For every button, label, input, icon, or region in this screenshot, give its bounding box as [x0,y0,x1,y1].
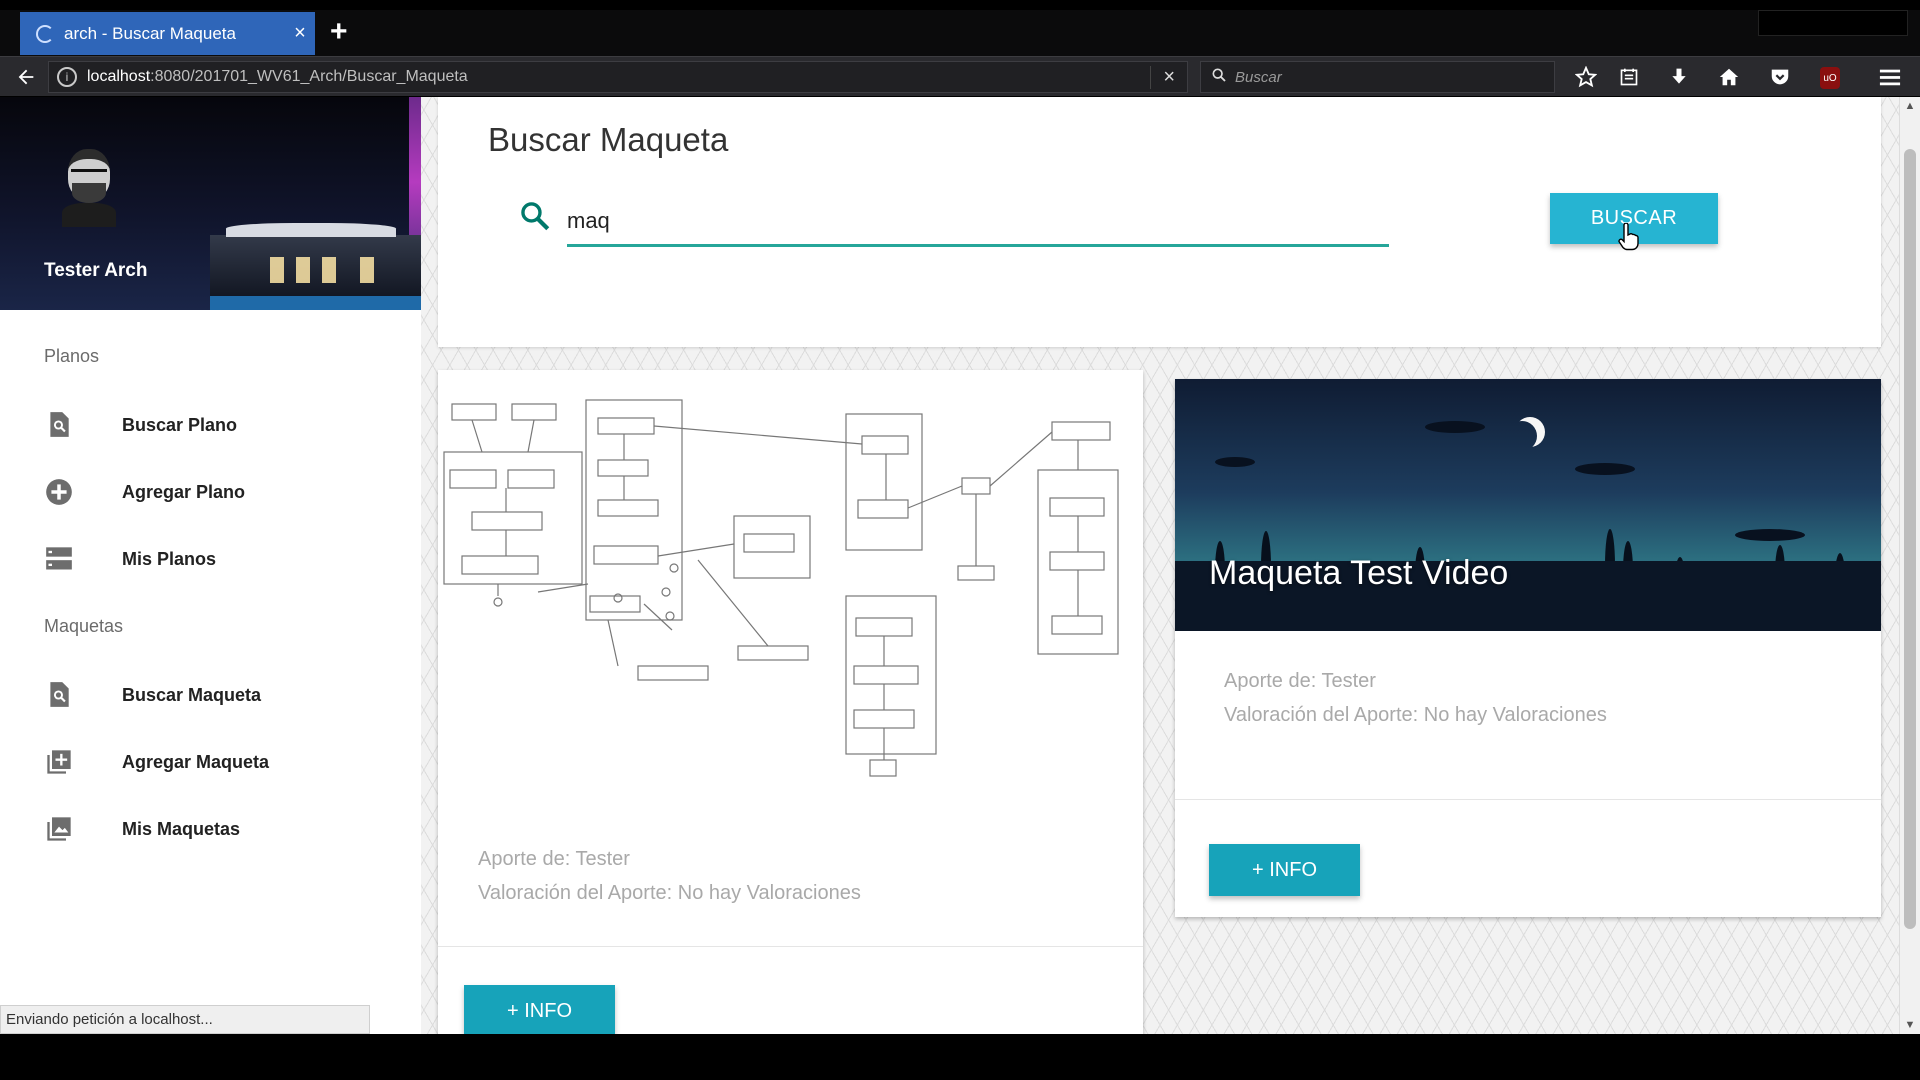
navigation-bar: i localhost :8080/201701_WV61_Arch/Busca… [0,56,1920,96]
back-arrow-icon[interactable] [12,63,40,91]
download-icon[interactable] [1664,63,1694,91]
sidebar-item-agregar-maqueta[interactable]: Agregar Maqueta [44,742,404,782]
search-icon [518,199,552,238]
sidebar-item-mis-planos[interactable]: Mis Planos [44,539,404,579]
section-title-planos: Planos [44,346,100,366]
star-icon[interactable] [1571,63,1601,91]
stop-loading-icon[interactable]: × [1150,65,1187,89]
scroll-thumb[interactable] [1904,149,1916,929]
sidebar-item-label: Buscar Maqueta [122,684,262,705]
card-image-uml-diagram[interactable] [438,370,1143,790]
site-info-icon[interactable]: i [57,67,77,87]
search-icon [1211,67,1227,88]
card-title: Maqueta Test Video [1209,554,1509,592]
profile-header: Tester Arch [0,97,421,310]
sidebar-item-buscar-plano[interactable]: Buscar Plano [44,405,404,445]
search-input[interactable] [567,197,1389,247]
card-author: Aporte de: Tester [1224,670,1376,692]
url-bar[interactable]: i localhost :8080/201701_WV61_Arch/Busca… [48,61,1188,93]
search-card: Buscar Maqueta BUSCAR [438,97,1881,347]
scroll-down-arrow-icon[interactable]: ▼ [1900,1016,1920,1034]
sidebar-item-label: Buscar Plano [122,414,238,435]
photo-library-icon [44,814,74,844]
menu-icon[interactable] [1875,63,1905,91]
card-divider [438,946,1143,947]
reading-list-icon[interactable] [1614,63,1644,91]
page-title: Buscar Maqueta [488,121,729,158]
page-viewport: Tester Arch Planos Buscar Plano Agregar … [0,97,1920,1034]
main-content: Buscar Maqueta BUSCAR [421,97,1899,1034]
card-rating: Valoración del Aporte: No hay Valoracion… [478,882,861,904]
info-button[interactable]: + INFO [1209,844,1360,896]
sidebar-item-label: Mis Maquetas [122,818,241,839]
find-in-page-icon [44,680,74,710]
section-title-maquetas: Maquetas [44,616,124,636]
scroll-up-arrow-icon[interactable]: ▲ [1900,97,1920,115]
sidebar-item-label: Mis Planos [122,548,217,569]
home-icon[interactable] [1714,63,1744,91]
card-author: Aporte de: Tester [478,848,630,870]
moon-shape [1507,421,1537,451]
window-controls-area [1758,10,1908,36]
status-bar: Enviando petición a localhost... [0,1005,370,1034]
background-house-image [210,223,421,310]
url-host: localhost [87,68,151,85]
sidebar-item-buscar-maqueta[interactable]: Buscar Maqueta [44,675,404,715]
browser-search-box[interactable]: Buscar [1200,61,1555,93]
ublock-icon[interactable]: uO [1820,67,1840,89]
tab-active[interactable]: arch - Buscar Maqueta × [20,12,315,55]
page-scrollbar[interactable]: ▲ ▼ [1899,97,1920,1034]
tab-bar: arch - Buscar Maqueta × + [0,10,1920,56]
new-tab-button[interactable]: + [330,17,348,47]
storage-icon [44,544,74,574]
tab-close-icon[interactable]: × [285,22,315,45]
bottom-black-bar [0,1034,1920,1080]
info-button[interactable]: + INFO [464,985,615,1034]
sidebar-item-agregar-plano[interactable]: Agregar Plano [44,472,404,512]
browser-window: arch - Buscar Maqueta × + i localhost :8… [0,0,1920,1080]
url-path: :8080/201701_WV61_Arch/Buscar_Maqueta [150,68,468,85]
hand-cursor-icon [1618,222,1640,256]
add-to-photos-icon [44,747,74,777]
loading-favicon-icon [36,24,54,43]
result-card: Aporte de: Tester Valoración del Aporte:… [438,370,1143,1034]
tab-title: arch - Buscar Maqueta [64,23,236,43]
pocket-icon[interactable] [1765,63,1795,91]
add-circle-icon [44,477,74,507]
card-divider [1175,799,1881,800]
sidebar-item-label: Agregar Plano [122,481,246,502]
result-card: Maqueta Test Video Aporte de: Tester Val… [1175,379,1881,917]
sidebar-item-label: Agregar Maqueta [122,751,270,772]
search-placeholder: Buscar [1235,68,1282,86]
card-rating: Valoración del Aporte: No hay Valoracion… [1224,704,1607,726]
sidebar: Tester Arch Planos Buscar Plano Agregar … [0,97,421,1034]
avatar[interactable] [62,149,116,227]
user-name: Tester Arch [44,260,148,281]
find-in-page-icon [44,410,74,440]
sidebar-item-mis-maquetas[interactable]: Mis Maquetas [44,809,404,849]
card-image-night-landscape[interactable]: Maqueta Test Video [1175,379,1881,631]
